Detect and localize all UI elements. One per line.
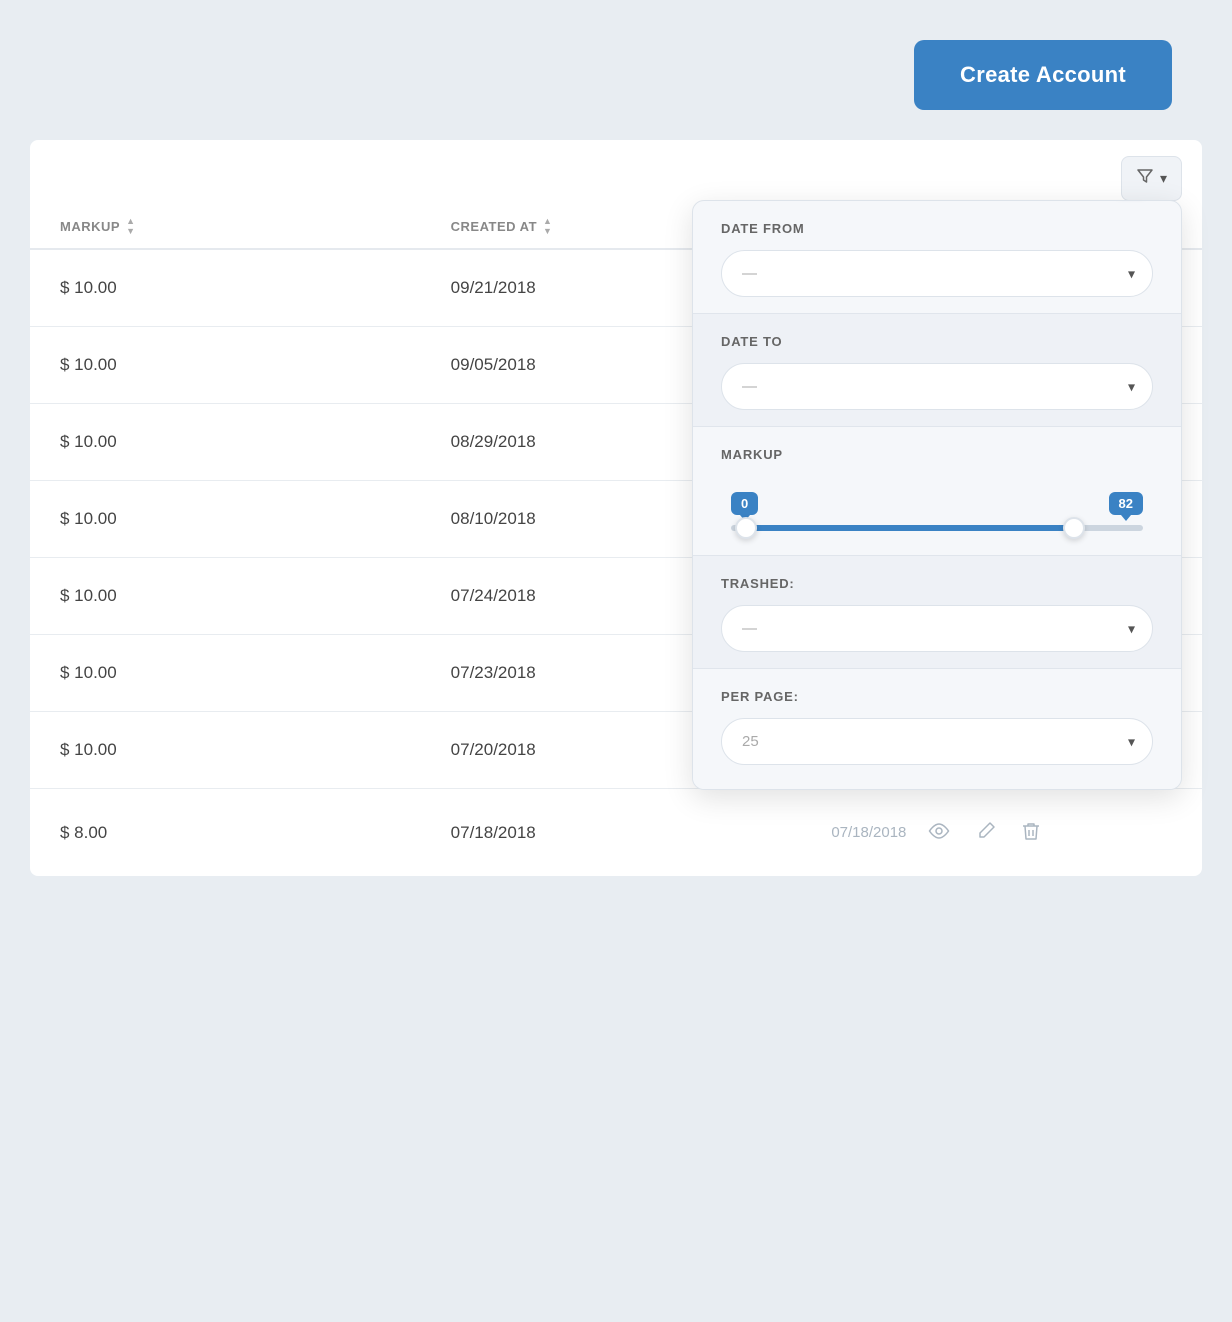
filter-bar: ▾ DATE FROM — ▾ DA [30, 140, 1202, 201]
slider-fill [739, 525, 1081, 531]
edit-icon [976, 821, 996, 841]
markup-filter-label: MARKUP [721, 447, 1153, 462]
page-container: Create Account ▾ DATE FROM [0, 0, 1232, 1322]
markup-cell: $ 10.00 [30, 327, 421, 403]
view-button[interactable] [924, 819, 954, 846]
date-to-select[interactable]: — [721, 363, 1153, 410]
per-page-select[interactable]: 25 50 100 [721, 718, 1153, 765]
col-header-markup: MARKUP ▲ ▼ [30, 217, 421, 236]
trashed-label: TRASHED: [721, 576, 1153, 591]
sort-up: ▲ [543, 217, 552, 226]
funnel-icon [1136, 167, 1154, 190]
date-to-section: DATE TO — ▾ [693, 314, 1181, 426]
markup-cell: $ 10.00 [30, 404, 421, 480]
date-from-wrapper: — ▾ [721, 250, 1153, 297]
sort-arrows-created-at[interactable]: ▲ ▼ [543, 217, 552, 236]
per-page-wrapper: 25 50 100 ▾ [721, 718, 1153, 765]
table-row-last: $ 8.00 07/18/2018 07/18/2018 [30, 789, 1202, 876]
markup-cell: $ 8.00 [30, 795, 421, 871]
markup-cell: $ 10.00 [30, 250, 421, 326]
slider-thumb-right[interactable] [1063, 517, 1085, 539]
date-from-label: DATE FROM [721, 221, 1153, 236]
top-bar: Create Account [0, 0, 1232, 140]
create-account-button[interactable]: Create Account [914, 40, 1172, 110]
range-container: 0 82 [721, 492, 1153, 531]
date-label: 07/18/2018 [831, 824, 906, 841]
range-min-badge: 0 [731, 492, 758, 515]
main-content: ▾ DATE FROM — ▾ DA [30, 140, 1202, 876]
sort-arrows-markup[interactable]: ▲ ▼ [126, 217, 135, 236]
date-to-label: DATE TO [721, 334, 1153, 349]
sort-down: ▼ [126, 227, 135, 236]
range-max-badge: 82 [1109, 492, 1143, 515]
markup-section: MARKUP 0 82 [693, 427, 1181, 555]
range-badges: 0 82 [731, 492, 1143, 515]
edit-button[interactable] [972, 817, 1000, 848]
markup-cell: $ 10.00 [30, 481, 421, 557]
markup-cell: $ 10.00 [30, 558, 421, 634]
filter-panel: DATE FROM — ▾ DATE TO — [692, 200, 1182, 790]
markup-cell: $ 10.00 [30, 635, 421, 711]
date-from-section: DATE FROM — ▾ [693, 201, 1181, 313]
sort-up: ▲ [126, 217, 135, 226]
col-markup-label: MARKUP [60, 219, 120, 234]
date-from-select[interactable]: — [721, 250, 1153, 297]
view-icon [928, 823, 950, 839]
per-page-section: PER PAGE: 25 50 100 ▾ [693, 669, 1181, 789]
per-page-label: PER PAGE: [721, 689, 1153, 704]
slider-track [731, 525, 1143, 531]
col-created-at-label: CREATED AT [451, 219, 537, 234]
trash-icon [1022, 821, 1040, 841]
trashed-select[interactable]: — [721, 605, 1153, 652]
slider-thumb-left[interactable] [735, 517, 757, 539]
created-at-cell: 07/18/2018 [421, 795, 812, 871]
markup-cell: $ 10.00 [30, 712, 421, 788]
date-to-wrapper: — ▾ [721, 363, 1153, 410]
chevron-down-icon: ▾ [1160, 170, 1167, 187]
sort-down: ▼ [543, 227, 552, 236]
trashed-wrapper: — ▾ [721, 605, 1153, 652]
delete-button[interactable] [1018, 817, 1044, 848]
row-actions: 07/18/2018 [811, 789, 1202, 876]
trashed-section: TRASHED: — ▾ [693, 556, 1181, 668]
filter-button[interactable]: ▾ [1121, 156, 1182, 201]
filter-panel-arrow [1117, 200, 1145, 201]
